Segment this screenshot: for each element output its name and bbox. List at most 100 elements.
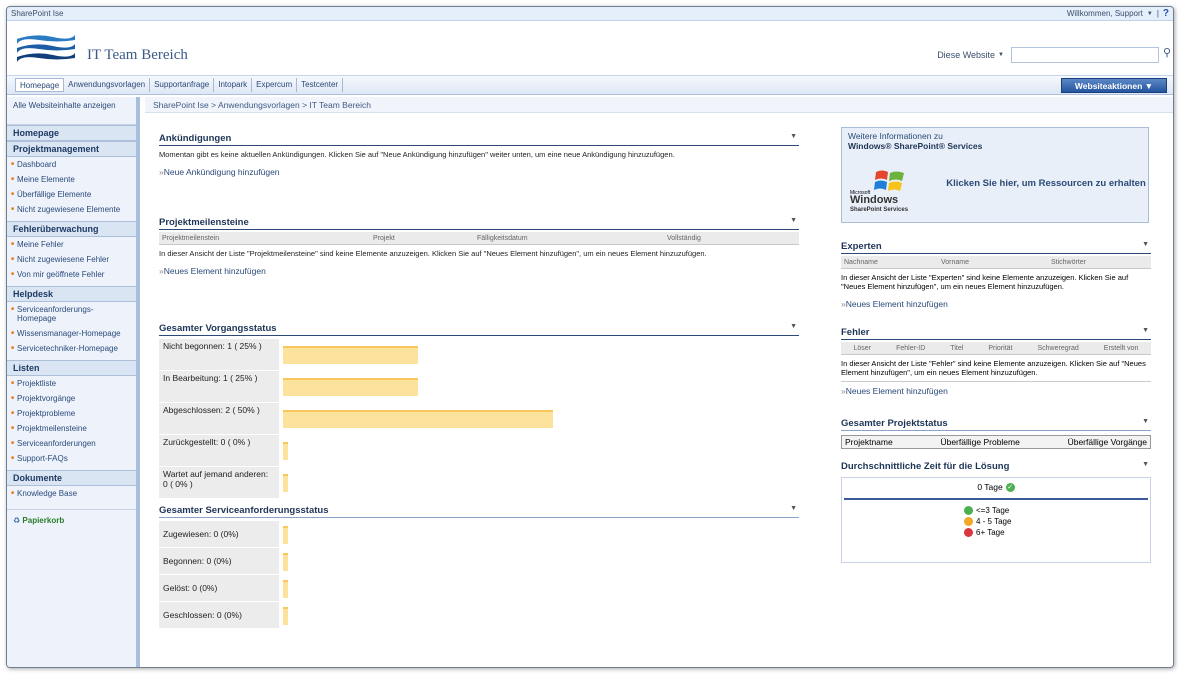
resolution-box: 0 Tage ✓ <=3 Tage 4 - 5 Tage 6+ Tage (841, 477, 1151, 563)
project-status-title[interactable]: Gesamter Projektstatus (841, 418, 948, 429)
service-status-title[interactable]: Gesamter Serviceanforderungsstatus (159, 505, 328, 516)
sidebar-item-serviceanforderungen[interactable]: Serviceanforderungen (7, 436, 136, 451)
column-header[interactable]: Projektname (845, 437, 893, 447)
webpart-menu-icon[interactable]: ▼ (1142, 418, 1149, 429)
welcome-menu[interactable]: Willkommen, Support (1067, 9, 1143, 18)
breadcrumb[interactable]: SharePoint Ise > Anwendungsvorlagen > IT… (145, 97, 1173, 113)
experts-title[interactable]: Experten (841, 241, 882, 252)
tab-intopark[interactable]: Intopark (214, 78, 253, 92)
status-bar-label: Abgeschlossen: 2 ( 50% ) (159, 403, 279, 435)
sidebar-item-wissensmanager-homepage[interactable]: Wissensmanager-Homepage (7, 326, 136, 341)
resolution-title[interactable]: Durchschnittliche Zeit für die Lösung (841, 461, 1009, 472)
status-bar-row: Geschlossen: 0 (0%) (159, 602, 679, 629)
webpart-menu-icon[interactable]: ▼ (1142, 327, 1149, 338)
status-bar-label: Wartet auf jemand anderen: 0 ( 0% ) (159, 467, 279, 499)
sidebar-item-projektvorgaenge[interactable]: Projektvorgänge (7, 391, 136, 406)
sidebar-item-nicht-zugewiesene-elemente[interactable]: Nicht zugewiesene Elemente (7, 202, 136, 217)
project-status-column-headers: Projektname Überfällige Probleme Überfäl… (841, 435, 1151, 449)
site-logo-icon[interactable] (15, 31, 77, 65)
sidebar-item-knowledge-base[interactable]: Knowledge Base (7, 486, 136, 501)
milestones-title-bar: Projektmeilensteine ▼ (159, 217, 799, 230)
sidebar-item-ueberfaellige-elemente[interactable]: Überfällige Elemente (7, 187, 136, 202)
column-header[interactable]: Schweregrad (1038, 345, 1079, 352)
sidebar-item-serviceanforderungs-homepage[interactable]: Serviceanforderungs-Homepage (7, 302, 136, 326)
column-header[interactable]: Priorität (988, 345, 1012, 352)
status-bar-fill (283, 346, 418, 364)
add-bug-link[interactable]: Neues Element hinzufügen (841, 386, 1151, 396)
add-milestone-link[interactable]: Neues Element hinzufügen (159, 266, 799, 276)
sidebar-section-fehlerueberwachung[interactable]: Fehlerüberwachung (7, 221, 136, 237)
tab-testcenter[interactable]: Testcenter (297, 78, 344, 92)
sidebar-section-dokumente[interactable]: Dokumente (7, 470, 136, 486)
right-column: Weitere Informationen zu Windows® ShareP… (841, 127, 1151, 563)
sidebar-item-support-faqs[interactable]: Support-FAQs (7, 451, 136, 466)
search-input[interactable] (1011, 47, 1159, 63)
tab-anwendungsvorlagen[interactable]: Anwendungsvorlagen (64, 78, 151, 92)
column-header[interactable]: Stichwörter (1051, 259, 1086, 266)
milestones-title[interactable]: Projektmeilensteine (159, 217, 249, 228)
tab-supportanfrage[interactable]: Supportanfrage (150, 78, 215, 92)
webpart-menu-icon[interactable]: ▼ (790, 217, 797, 228)
column-header[interactable]: Vorname (941, 259, 1051, 266)
all-site-content-link[interactable]: Alle Websiteinhalte anzeigen (7, 97, 136, 125)
browser-frame: SharePoint Ise Willkommen, Support ▼ | ?… (6, 6, 1174, 668)
column-header[interactable]: Projekt (373, 235, 477, 242)
experts-empty-text: In dieser Ansicht der Liste "Experten" s… (841, 273, 1129, 291)
sidebar-item-meine-fehler[interactable]: Meine Fehler (7, 237, 136, 252)
status-red-icon (964, 528, 973, 537)
webpart-menu-icon[interactable]: ▼ (790, 505, 797, 516)
legend-item: <=3 Tage (964, 506, 1150, 515)
column-header[interactable]: Fehler-ID (896, 345, 925, 352)
site-title[interactable]: IT Team Bereich (87, 47, 188, 64)
sidebar-section-homepage[interactable]: Homepage (7, 125, 136, 141)
site-root-link[interactable]: SharePoint Ise (11, 9, 63, 18)
webpart-menu-icon[interactable]: ▼ (1142, 241, 1149, 252)
webpart-menu-icon[interactable]: ▼ (790, 133, 797, 144)
bugs-title[interactable]: Fehler (841, 327, 870, 338)
column-header[interactable]: Nachname (841, 259, 941, 266)
sidebar-section-listen[interactable]: Listen (7, 360, 136, 376)
announcements-title[interactable]: Ankündigungen (159, 133, 231, 144)
windows-logo[interactable]: Microsoft Windows SharePoint Services (850, 168, 940, 214)
sidebar-item-dashboard[interactable]: Dashboard (7, 157, 136, 172)
site-actions-button[interactable]: Websiteaktionen ▼ (1061, 78, 1167, 93)
column-header[interactable]: Fälligkeitsdatum (477, 235, 667, 242)
get-resources-link[interactable]: Klicken Sie hier, um Ressourcen zu erhal… (946, 178, 1146, 189)
sidebar-section-projektmanagement[interactable]: Projektmanagement (7, 141, 136, 157)
column-header[interactable]: Erstellt von (1104, 345, 1139, 352)
search-icon[interactable]: ⚲ (1163, 46, 1171, 59)
sidebar-section-helpdesk[interactable]: Helpdesk (7, 286, 136, 302)
add-announcement-link[interactable]: Neue Ankündigung hinzufügen (159, 167, 799, 177)
sidebar-item-projektliste[interactable]: Projektliste (7, 376, 136, 391)
issue-status-title[interactable]: Gesamter Vorgangsstatus (159, 323, 277, 334)
chevron-down-icon[interactable]: ▼ (1147, 11, 1153, 17)
tab-homepage[interactable]: Homepage (15, 78, 65, 92)
column-header[interactable]: Überfällige Vorgänge (1068, 437, 1147, 447)
column-header[interactable]: Überfällige Probleme (940, 437, 1019, 447)
sidebar-item-servicetechniker-homepage[interactable]: Servicetechniker-Homepage (7, 341, 136, 356)
column-header[interactable]: Löser (854, 345, 872, 352)
webpart-menu-icon[interactable]: ▼ (1142, 461, 1149, 472)
webpart-menu-icon[interactable]: ▼ (790, 323, 797, 334)
recycle-bin-label: Papierkorb (22, 516, 65, 525)
status-bar-fill (283, 474, 288, 492)
add-expert-link[interactable]: Neues Element hinzufügen (841, 299, 1151, 309)
sidebar-item-projektmeilensteine[interactable]: Projektmeilensteine (7, 421, 136, 436)
column-header[interactable]: Titel (950, 345, 963, 352)
sidebar-item-meine-elemente[interactable]: Meine Elemente (7, 172, 136, 187)
column-header[interactable]: Projektmeilenstein (159, 235, 373, 242)
tab-expercum[interactable]: Expercum (252, 78, 298, 92)
experts-webpart: Experten ▼ Nachname Vorname Stichwörter … (841, 241, 1151, 309)
sidebar-item-projektprobleme[interactable]: Projektprobleme (7, 406, 136, 421)
announcements-webpart: Ankündigungen ▼ Momentan gibt es keine a… (159, 133, 799, 177)
milestones-column-headers: Projektmeilenstein Projekt Fälligkeitsda… (159, 232, 799, 245)
sidebar-item-von-mir-geoeffnete-fehler[interactable]: Von mir geöffnete Fehler (7, 267, 136, 282)
status-bar-label: Geschlossen: 0 (0%) (159, 602, 279, 629)
recycle-bin-link[interactable]: ♻ Papierkorb (7, 509, 136, 531)
help-icon[interactable]: ? (1163, 8, 1169, 19)
status-bar-fill (283, 552, 288, 571)
column-header[interactable]: Vollständig (667, 235, 701, 242)
status-bar-row: Abgeschlossen: 2 ( 50% ) (159, 403, 679, 435)
sidebar-item-nicht-zugewiesene-fehler[interactable]: Nicht zugewiesene Fehler (7, 252, 136, 267)
search-scope-select[interactable]: Diese Website ▼ (913, 48, 1007, 62)
